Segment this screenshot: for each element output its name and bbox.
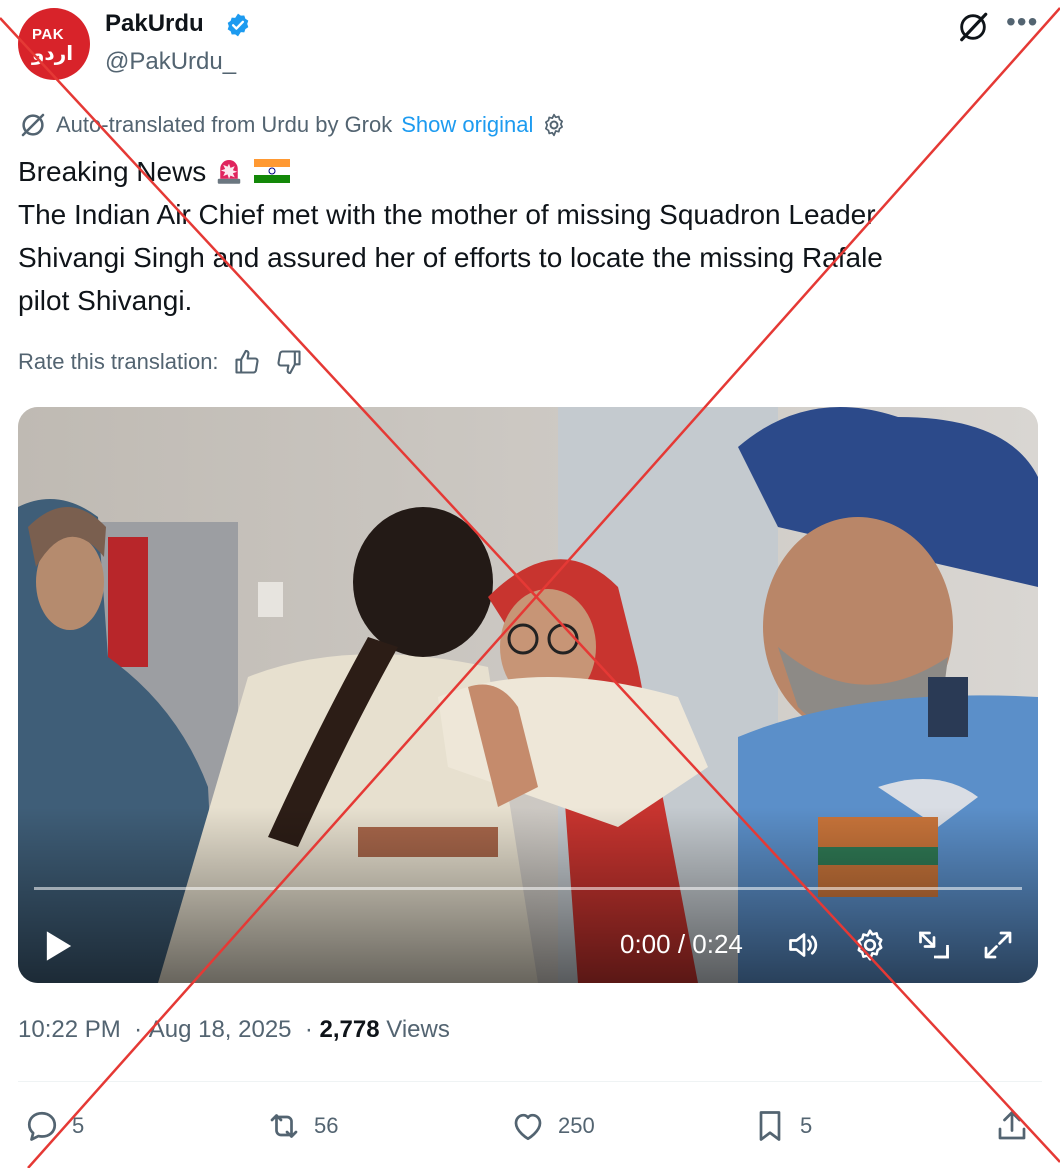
- like-button[interactable]: 250: [510, 1108, 595, 1144]
- show-original-link[interactable]: Show original: [401, 112, 533, 138]
- verified-badge-icon[interactable]: [225, 12, 251, 38]
- video-controls: 0:00 / 0:24: [18, 917, 1038, 973]
- thumbs-down-icon[interactable]: [275, 348, 303, 376]
- tweet-time[interactable]: 10:22 PM: [18, 1016, 121, 1043]
- meta-separator: ·: [127, 1016, 149, 1043]
- video-player[interactable]: 0:00 / 0:24: [18, 407, 1038, 983]
- meta-separator: ·: [298, 1016, 320, 1043]
- tweet-line-4: pilot Shivangi.: [18, 285, 193, 316]
- police-light-icon: [218, 160, 241, 184]
- author-handle[interactable]: @PakUrdu_: [105, 48, 236, 76]
- reply-count: 5: [72, 1113, 85, 1138]
- tweet-line-3: Shivangi Singh and assured her of effort…: [18, 242, 883, 273]
- repost-icon: [270, 1114, 298, 1138]
- grok-icon: [21, 113, 45, 137]
- tweet-date[interactable]: Aug 18, 2025: [149, 1016, 292, 1043]
- volume-icon[interactable]: [786, 927, 822, 963]
- share-icon: [998, 1111, 1026, 1140]
- like-count: 250: [558, 1113, 595, 1138]
- views-count: 2,778: [319, 1016, 380, 1043]
- video-progress-bar[interactable]: [34, 887, 1022, 890]
- avatar[interactable]: PAK اردو: [18, 8, 90, 80]
- tweet-line-1: Breaking News: [18, 150, 1018, 193]
- bookmark-button[interactable]: 5: [752, 1108, 812, 1144]
- repost-button[interactable]: 56: [266, 1108, 338, 1144]
- divider: [18, 1081, 1042, 1082]
- picture-in-picture-icon[interactable]: [916, 927, 952, 963]
- tweet-meta: 10:22 PM · Aug 18, 2025 · 2,778 Views: [18, 1016, 450, 1044]
- views-label: Views: [386, 1016, 450, 1043]
- author-name[interactable]: PakUrdu: [105, 10, 204, 38]
- thumbs-up-icon[interactable]: [233, 348, 261, 376]
- translation-notice: Auto-translated from Urdu by Grok Show o…: [18, 110, 567, 140]
- reply-icon: [27, 1111, 57, 1141]
- rate-translation: Rate this translation:: [18, 348, 303, 376]
- fullscreen-icon[interactable]: [980, 927, 1016, 963]
- grok-icon[interactable]: [956, 10, 990, 44]
- tweet-text: Breaking News The Indian Air Chief met w…: [18, 150, 1018, 322]
- settings-gear-icon[interactable]: [852, 927, 888, 963]
- bookmark-icon: [759, 1111, 781, 1141]
- play-icon[interactable]: [44, 929, 74, 963]
- video-time: 0:00 / 0:24: [620, 929, 743, 959]
- tweet-line-2: The Indian Air Chief met with the mother…: [18, 199, 876, 230]
- avatar-text-bottom: اردو: [32, 43, 74, 65]
- reply-button[interactable]: 5: [24, 1108, 84, 1144]
- bookmark-count: 5: [800, 1113, 813, 1138]
- rate-label: Rate this translation:: [18, 349, 219, 374]
- translation-label: Auto-translated from Urdu by Grok: [56, 112, 393, 137]
- tweet-headline: Breaking News: [18, 156, 207, 187]
- video-frame: [18, 407, 1038, 983]
- india-flag-icon: [254, 159, 291, 183]
- more-icon[interactable]: •••: [1006, 6, 1038, 38]
- share-button[interactable]: [994, 1108, 1042, 1144]
- heart-icon: [514, 1113, 542, 1141]
- gear-icon[interactable]: [541, 112, 567, 138]
- tweet-header: PAK اردو PakUrdu @PakUrdu_ •••: [18, 6, 1048, 88]
- repost-count: 56: [314, 1113, 339, 1138]
- tweet-actions: 5 56 250 5: [0, 1104, 1060, 1150]
